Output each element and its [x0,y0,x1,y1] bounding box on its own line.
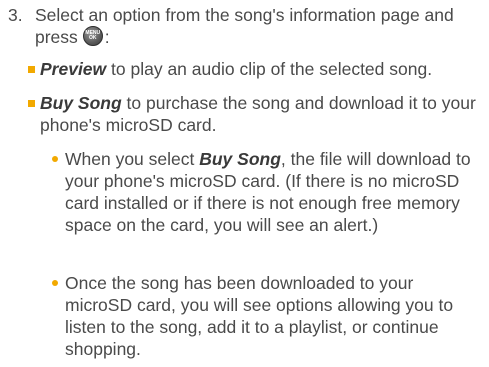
note-list-2: Once the song has been downloaded to you… [48,272,484,360]
round-bullet-icon [52,280,58,286]
step-number: 3. [8,5,23,25]
menu-ok-key-icon: MENU OK [82,26,103,46]
square-bullet-icon [28,100,35,107]
option-preview: Preview to play an audio clip of the sel… [24,58,486,80]
step-text-after-icon: : [104,27,110,47]
key-icon-line2: OK [89,35,97,41]
note-downloaded: Once the song has been downloaded to you… [48,272,484,360]
note-downloaded-text: Once the song has been downloaded to you… [65,273,454,359]
option-preview-label: Preview [40,59,107,79]
step-3-line: 3. Select an option from the song's info… [8,4,484,48]
option-list-2: Buy Song to purchase the song and downlo… [24,92,486,136]
step-text: Select an option from the song's informa… [35,4,484,48]
note-list: When you select Buy Song, the file will … [48,148,484,236]
note-buy-song-emphasis: Buy Song [199,149,281,169]
option-preview-text: to play an audio clip of the selected so… [106,59,433,79]
option-buy-song: Buy Song to purchase the song and downlo… [24,92,486,136]
step-3: 3. Select an option from the song's info… [8,4,484,48]
note-buy-song-before: When you select [65,149,200,169]
manual-page: 3. Select an option from the song's info… [0,0,489,367]
option-list: Preview to play an audio clip of the sel… [24,58,486,80]
round-bullet-icon [52,156,58,162]
option-buy-song-label: Buy Song [40,93,122,113]
note-buy-song: When you select Buy Song, the file will … [48,148,484,236]
square-bullet-icon [28,66,35,73]
